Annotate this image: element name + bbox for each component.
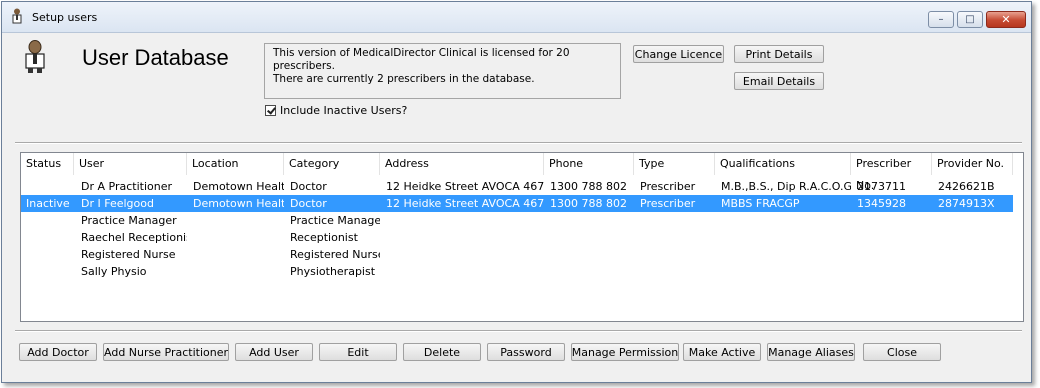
cell-provider-no: 2874913X bbox=[938, 197, 995, 210]
cell-category: Practice Manager bbox=[290, 214, 380, 227]
column-header-address[interactable]: Address bbox=[380, 153, 544, 175]
cell-prescriber-no: 1345928 bbox=[857, 197, 906, 210]
change-licence-button[interactable]: Change Licence bbox=[633, 45, 724, 63]
cell-user: Practice Manager bbox=[81, 214, 177, 227]
licence-info-box: This version of MedicalDirector Clinical… bbox=[264, 43, 621, 99]
table-row-selected[interactable]: Inactive Dr I Feelgood Demotown Health D… bbox=[21, 195, 1013, 212]
users-table[interactable]: Status User Location Category Address Ph… bbox=[20, 152, 1024, 322]
column-header-phone[interactable]: Phone bbox=[544, 153, 634, 175]
window-title: Setup users bbox=[32, 11, 98, 24]
column-header-category[interactable]: Category bbox=[284, 153, 380, 175]
cell-category: Receptionist bbox=[290, 231, 358, 244]
add-nurse-practitioner-button[interactable]: Add Nurse Practitioner bbox=[103, 343, 229, 361]
maximize-icon: □ bbox=[965, 13, 975, 25]
manage-permission-button[interactable]: Manage Permission bbox=[571, 343, 679, 361]
divider-bottom bbox=[15, 330, 1022, 332]
doctor-icon bbox=[25, 40, 45, 73]
cell-address: 12 Heidke Street AVOCA 4670 bbox=[386, 197, 544, 210]
edit-button[interactable]: Edit bbox=[319, 343, 397, 361]
cell-qualifications: M.B.,B.S., Dip R.A.C.O.G. bbox=[721, 180, 851, 193]
close-icon: ✕ bbox=[1001, 13, 1011, 26]
minimize-icon: – bbox=[938, 13, 944, 25]
cell-category: Registered Nurse bbox=[290, 248, 380, 261]
table-row[interactable]: Registered Nurse Registered Nurse bbox=[21, 246, 1013, 263]
column-header-location[interactable]: Location bbox=[187, 153, 284, 175]
table-row[interactable]: Dr A Practitioner Demotown Health Doctor… bbox=[21, 178, 1013, 195]
column-header-user[interactable]: User bbox=[74, 153, 187, 175]
column-header-status[interactable]: Status bbox=[21, 153, 74, 175]
cell-provider-no: 2426621B bbox=[938, 180, 995, 193]
column-header-qualifications[interactable]: Qualifications bbox=[715, 153, 851, 175]
cell-user: Dr A Practitioner bbox=[81, 180, 172, 193]
close-window-button[interactable]: ✕ bbox=[986, 11, 1026, 28]
cell-qualifications: MBBS FRACGP bbox=[721, 197, 800, 210]
cell-phone: 1300 788 802 bbox=[550, 180, 627, 193]
licence-line-1: This version of MedicalDirector Clinical… bbox=[273, 47, 570, 72]
add-doctor-button[interactable]: Add Doctor bbox=[19, 343, 97, 361]
cell-type: Prescriber bbox=[640, 180, 696, 193]
cell-phone: 1300 788 802 bbox=[550, 197, 627, 210]
title-bar[interactable]: Setup users – □ ✕ bbox=[2, 2, 1031, 33]
include-inactive-option[interactable]: Include Inactive Users? bbox=[265, 104, 407, 117]
column-header-prescriber-no[interactable]: Prescriber No. bbox=[851, 153, 932, 192]
cell-category: Physiotherapist bbox=[290, 265, 376, 278]
cell-user: Sally Physio bbox=[81, 265, 147, 278]
doctor-app-icon bbox=[12, 8, 22, 24]
include-inactive-label: Include Inactive Users? bbox=[280, 104, 408, 117]
email-details-button[interactable]: Email Details bbox=[734, 72, 824, 90]
column-header-type[interactable]: Type bbox=[634, 153, 715, 175]
close-button[interactable]: Close bbox=[863, 343, 941, 361]
cell-location: Demotown Health bbox=[193, 180, 284, 193]
cell-status: Inactive bbox=[26, 197, 70, 210]
cell-category: Doctor bbox=[290, 180, 327, 193]
licence-line-2: There are currently 2 prescribers in the… bbox=[273, 73, 535, 85]
table-header: Status User Location Category Address Ph… bbox=[21, 153, 1023, 192]
setup-users-window: Setup users – □ ✕ User Database This ver… bbox=[1, 1, 1032, 383]
maximize-button[interactable]: □ bbox=[957, 11, 983, 28]
delete-button[interactable]: Delete bbox=[403, 343, 481, 361]
table-row[interactable]: Sally Physio Physiotherapist bbox=[21, 263, 1013, 280]
cell-location: Demotown Health bbox=[193, 197, 284, 210]
include-inactive-checkbox[interactable] bbox=[265, 105, 276, 116]
cell-user: Raechel Receptionist bbox=[81, 231, 187, 244]
minimize-button[interactable]: – bbox=[928, 11, 954, 28]
print-details-button[interactable]: Print Details bbox=[734, 45, 824, 63]
table-row[interactable]: Raechel Receptionist Receptionist bbox=[21, 229, 1013, 246]
cell-user: Dr I Feelgood bbox=[81, 197, 154, 210]
table-row[interactable]: Practice Manager Practice Manager bbox=[21, 212, 1013, 229]
cell-type: Prescriber bbox=[640, 197, 696, 210]
cell-category: Doctor bbox=[290, 197, 327, 210]
manage-aliases-button[interactable]: Manage Aliases bbox=[767, 343, 855, 361]
page-title: User Database bbox=[82, 45, 229, 70]
divider-top bbox=[15, 142, 1022, 144]
cell-status bbox=[21, 178, 74, 195]
cell-address: 12 Heidke Street AVOCA 4670 bbox=[386, 180, 544, 193]
make-active-button[interactable]: Make Active bbox=[683, 343, 761, 361]
cell-user: Registered Nurse bbox=[81, 248, 176, 261]
column-header-provider-no[interactable]: Provider No. bbox=[932, 153, 1013, 175]
password-button[interactable]: Password bbox=[487, 343, 565, 361]
cell-prescriber-no: 2173711 bbox=[857, 180, 906, 193]
add-user-button[interactable]: Add User bbox=[235, 343, 313, 361]
